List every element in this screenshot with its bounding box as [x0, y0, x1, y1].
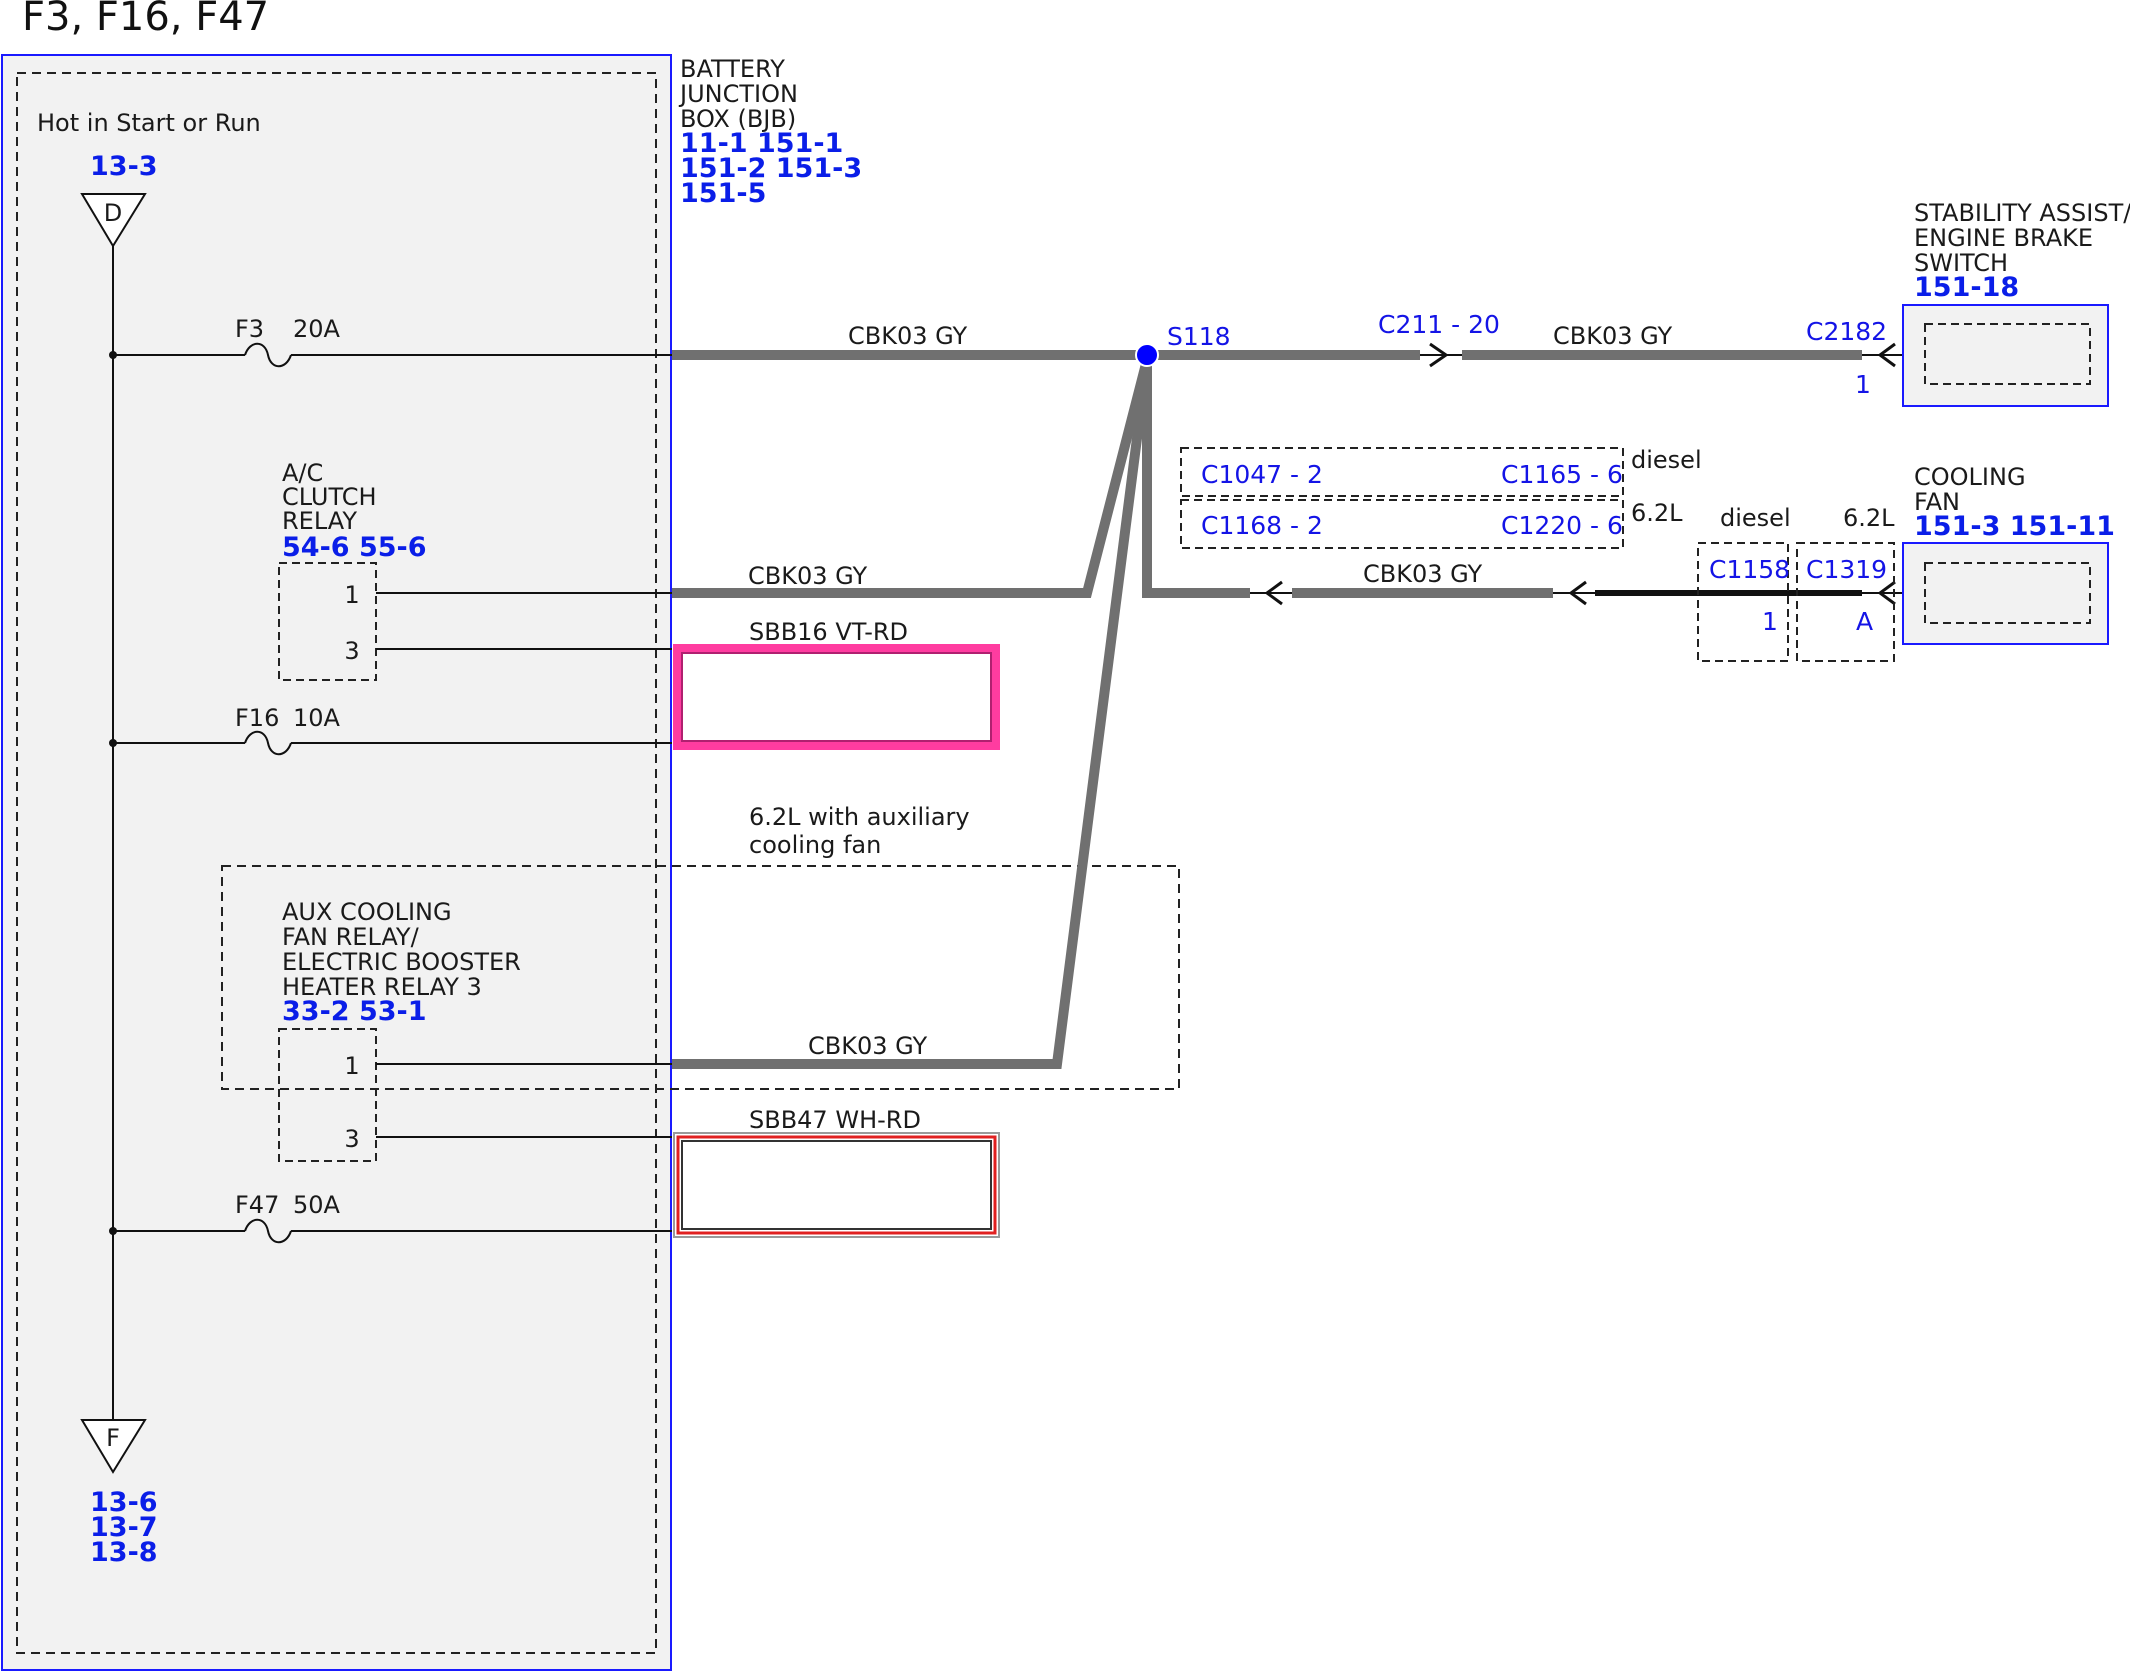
aux-fan-option-label: 6.2L with auxiliary cooling fan [749, 803, 977, 859]
connector-f-letter: F [106, 1424, 120, 1452]
cbk03-wire-ac-relay[interactable] [672, 358, 1152, 598]
option-diesel-label: diesel [1631, 446, 1702, 474]
wire-label-cbk03-f3: CBK03 GY [848, 322, 968, 350]
wire-label-cbk03-ac: CBK03 GY [748, 562, 868, 590]
bjb-label: BATTERY JUNCTION BOX (BJB) [678, 55, 806, 133]
aux-relay-refs[interactable]: 33-2 53-1 [282, 996, 427, 1027]
fuse-f3-name: F3 [235, 315, 264, 343]
connector-c2182-pin: 1 [1855, 370, 1871, 399]
fuse-f47-rating: 50A [293, 1191, 341, 1219]
aux-relay-pin-1: 1 [344, 1052, 359, 1080]
connector-c1168-label[interactable]: C1168 - 2 [1201, 511, 1323, 540]
ac-clutch-relay-refs[interactable]: 54-6 55-6 [282, 532, 427, 563]
fuse-f3-rating: 20A [293, 315, 341, 343]
splice-s118-label: S118 [1167, 322, 1231, 351]
wiring-diagram: F3, F16, F47 BATTERY JUNCTION BOX (BJB) … [1, 0, 2130, 1671]
ac-relay-pin-3: 3 [344, 637, 359, 665]
connector-c1158-label[interactable]: C1158 [1709, 555, 1790, 584]
connector-c1220-label[interactable]: C1220 - 6 [1501, 511, 1623, 540]
connector-c1319-pin: A [1856, 607, 1873, 636]
cooling-fan-refs[interactable]: 151-3 151-11 [1914, 511, 2115, 542]
connector-c1319-label[interactable]: C1319 [1806, 555, 1887, 584]
ac-relay-pin-1: 1 [344, 581, 359, 609]
stability-switch-box[interactable] [1902, 304, 2109, 407]
wire-label-cbk03-aux: CBK03 GY [808, 1032, 928, 1060]
cooling-fan-box[interactable] [1902, 542, 2109, 645]
sbb16-wire-inner [681, 652, 992, 742]
c1158-option-diesel: diesel [1720, 504, 1791, 532]
connector-c2182-label[interactable]: C2182 [1806, 317, 1887, 346]
connector-c1158-pin: 1 [1762, 607, 1778, 636]
wire-label-sbb16: SBB16 VT-RD [749, 618, 908, 646]
cooling-fan-label: COOLING FAN [1914, 463, 2033, 516]
wire-label-cbk03-switch: CBK03 GY [1553, 322, 1673, 350]
stability-switch-ref[interactable]: 151-18 [1914, 272, 2019, 303]
connector-c1047-label[interactable]: C1047 - 2 [1201, 460, 1323, 489]
fuse-f47-name: F47 [235, 1191, 279, 1219]
stability-switch-label: STABILITY ASSIST/ ENGINE BRAKE SWITCH [1914, 199, 2130, 277]
bus-top-ref[interactable]: 13-3 [90, 151, 158, 182]
diagram-title: F3, F16, F47 [22, 0, 269, 40]
wire-label-cbk03-fan: CBK03 GY [1363, 560, 1483, 588]
bjb-refs[interactable]: 11-1 151-1 151-2 151-3 151-5 [680, 128, 872, 209]
c1319-option-62l: 6.2L [1843, 504, 1895, 532]
hot-in-start-run-label: Hot in Start or Run [37, 109, 261, 137]
splice-s118-dot[interactable] [1135, 343, 1159, 367]
option-62l-label: 6.2L [1631, 499, 1683, 527]
connector-c1165-label[interactable]: C1165 - 6 [1501, 460, 1623, 489]
fuse-f16-name: F16 [235, 704, 279, 732]
connector-d-letter: D [104, 199, 122, 227]
fuse-f16-rating: 10A [293, 704, 341, 732]
aux-relay-pin-3: 3 [344, 1125, 359, 1153]
connector-c211-label[interactable]: C211 - 20 [1378, 310, 1500, 339]
wire-label-sbb47: SBB47 WH-RD [749, 1106, 921, 1134]
sbb47-wire-inner [681, 1140, 992, 1230]
bus-bottom-refs[interactable]: 13-6 13-7 13-8 [90, 1487, 167, 1568]
